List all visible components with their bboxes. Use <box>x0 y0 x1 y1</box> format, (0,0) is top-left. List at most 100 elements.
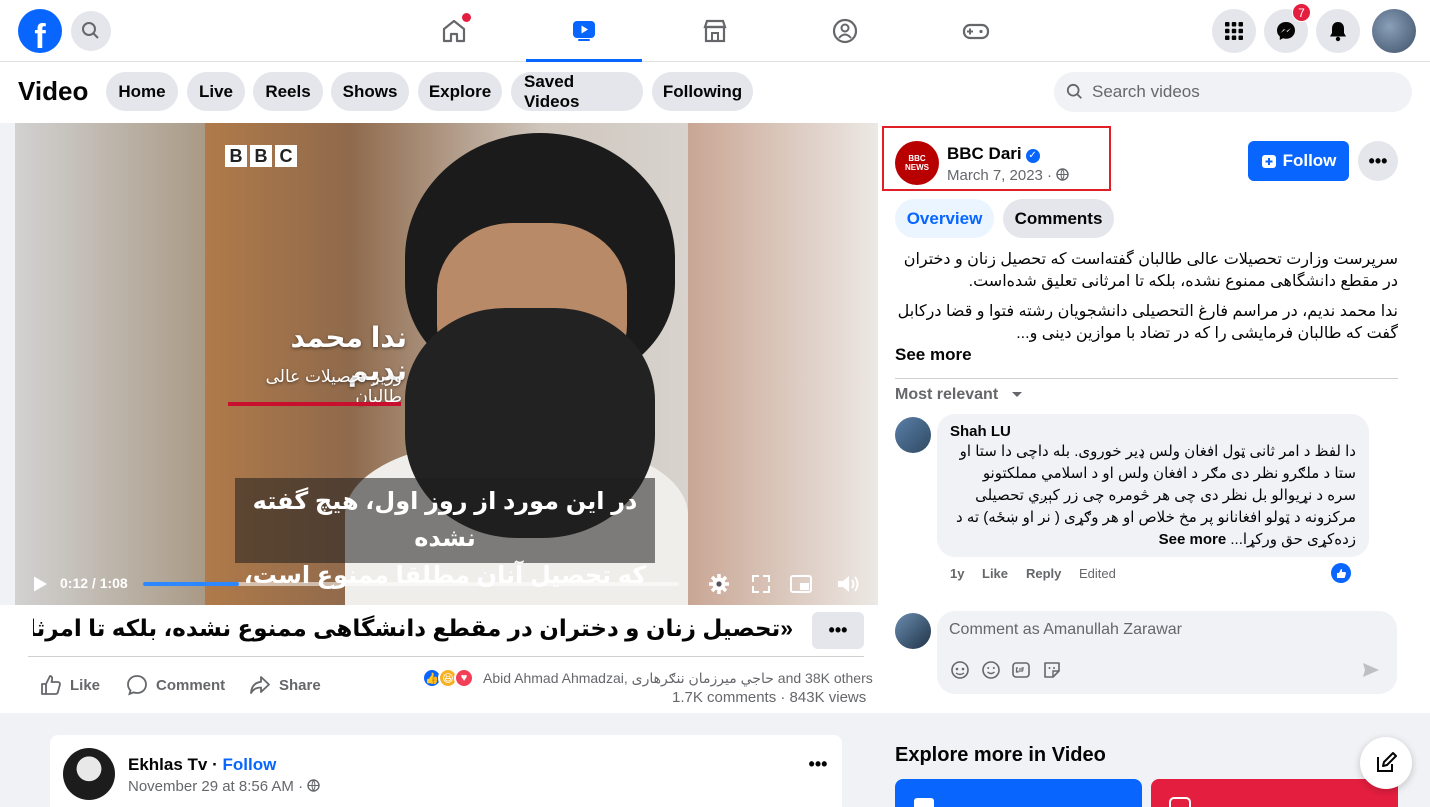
separator-dot: · <box>207 755 223 774</box>
notifications-button[interactable] <box>1316 9 1360 53</box>
video-icon <box>914 798 934 807</box>
messenger-badge: 7 <box>1292 3 1311 22</box>
reaction-icons[interactable]: 👍 😆 ♥ <box>422 668 474 688</box>
marketplace-icon <box>703 19 727 43</box>
like-button[interactable]: Like <box>40 672 100 698</box>
comment-edited-label: Edited <box>1079 566 1116 581</box>
play-button[interactable] <box>27 571 53 597</box>
share-button[interactable]: Share <box>249 672 321 698</box>
settings-button[interactable] <box>706 571 732 597</box>
follow-button[interactable]: Follow <box>1248 141 1349 181</box>
video-time: 0:12 / 1:08 <box>60 575 128 591</box>
avatar-icon <box>951 661 969 679</box>
next-post-more-button[interactable]: ••• <box>798 747 838 781</box>
caret-down-icon <box>1011 392 1022 397</box>
sort-label: Most relevant <box>895 386 999 403</box>
sticker-button[interactable] <box>1041 659 1063 681</box>
next-post-date[interactable]: November 29 at 8:56 AM · <box>128 778 320 795</box>
tab-groups[interactable] <box>787 0 903 62</box>
next-post-page-name[interactable]: Ekhlas Tv <box>128 755 207 774</box>
pill-shows[interactable]: Shows <box>331 72 409 111</box>
comment-composer[interactable] <box>937 611 1397 694</box>
current-user-avatar[interactable] <box>895 613 931 649</box>
video-subtitle: در این مورد از روز اول، هیچ گفته نشده که… <box>235 478 655 589</box>
see-more-link[interactable]: See more <box>895 345 972 365</box>
comment-input[interactable] <box>949 619 1369 641</box>
account-avatar[interactable] <box>1372 9 1416 53</box>
tab-comments[interactable]: Comments <box>1003 199 1114 238</box>
video-progress-bar[interactable] <box>143 582 679 586</box>
tab-gaming[interactable] <box>918 0 1034 62</box>
globe-icon <box>307 779 320 792</box>
messenger-icon <box>1277 22 1295 40</box>
post-description-paragraph: ندا محمد ندیم، در مراسم فارغ التحصیلی دا… <box>897 303 1398 342</box>
avatar-sticker-button[interactable] <box>949 659 971 681</box>
bbc-letter: B <box>225 145 247 167</box>
speaker-title-overlay: وزیر تحصیلات عالی طالبان <box>265 367 402 406</box>
comment-see-more-link[interactable]: See more <box>1159 531 1227 548</box>
search-videos-input[interactable] <box>1092 82 1392 102</box>
search-button[interactable] <box>71 11 111 51</box>
explore-card-video[interactable] <box>895 779 1142 807</box>
volume-button[interactable] <box>835 571 861 597</box>
overlay-red-line <box>228 402 401 406</box>
menu-button[interactable] <box>1212 9 1256 53</box>
tab-marketplace[interactable] <box>657 0 773 62</box>
pill-explore[interactable]: Explore <box>418 72 502 111</box>
search-videos-box[interactable] <box>1054 72 1412 112</box>
top-navigation-bar: f 7 <box>0 0 1430 62</box>
comment-sort-dropdown[interactable]: Most relevant <box>895 386 1023 404</box>
subtitle-line: در این مورد از روز اول، هیچ گفته نشده <box>252 488 638 552</box>
next-post-date-text[interactable]: November 29 at 8:56 AM · <box>128 778 303 795</box>
comment-like-reaction-icon[interactable] <box>1331 563 1351 583</box>
video-blur-right <box>688 123 878 605</box>
bbc-letter: B <box>250 145 272 167</box>
ekhlas-tv-avatar[interactable] <box>63 748 115 800</box>
groups-icon <box>832 18 858 44</box>
video-player[interactable]: B B C ندا محمد ندیم وزیر تحصیلات عالی طا… <box>15 123 878 605</box>
next-post-header: Ekhlas Tv · Follow <box>128 755 276 775</box>
emoji-icon <box>982 661 1000 679</box>
divider <box>895 378 1398 379</box>
pill-home[interactable]: Home <box>106 72 178 111</box>
video-stats[interactable]: 1.7K comments · 843K views <box>672 689 866 706</box>
bbc-watermark: B B C <box>225 145 297 167</box>
pill-following[interactable]: Following <box>652 72 753 111</box>
miniplayer-button[interactable] <box>788 571 814 597</box>
new-post-button[interactable] <box>1360 737 1412 789</box>
commenter-avatar[interactable] <box>895 417 931 453</box>
picture-in-picture-icon <box>790 575 812 593</box>
pill-live[interactable]: Live <box>187 72 245 111</box>
like-label: Like <box>70 676 101 694</box>
emoji-button[interactable] <box>980 659 1002 681</box>
pill-reels[interactable]: Reels <box>253 72 323 111</box>
tab-home[interactable] <box>396 0 512 62</box>
reactions-summary[interactable]: Abid Ahmad Ahmadzai, حاجي ميرزمان ننګرها… <box>483 670 881 687</box>
video-frame: B B C ندا محمد ندیم وزیر تحصیلات عالی طا… <box>205 123 688 605</box>
comment-like-button[interactable]: Like <box>982 566 1008 581</box>
send-icon <box>1363 663 1379 677</box>
send-comment-button[interactable] <box>1360 659 1382 681</box>
post-description-paragraph: سرپرست وزارت تحصیلات عالی طالبان گفته‌اس… <box>903 251 1398 290</box>
comment-reply-button[interactable]: Reply <box>1026 566 1061 581</box>
facebook-logo[interactable]: f <box>18 9 62 53</box>
comment-time[interactable]: 1y <box>950 566 964 581</box>
tab-video[interactable] <box>526 0 642 62</box>
tab-overview[interactable]: Overview <box>895 199 994 238</box>
comment-icon <box>127 675 147 696</box>
next-post-follow-link[interactable]: Follow <box>222 755 276 774</box>
fullscreen-button[interactable] <box>748 571 774 597</box>
comment-author[interactable]: Shah LU <box>950 423 1011 440</box>
video-blur-left <box>15 123 205 605</box>
post-more-options-button[interactable]: ••• <box>1358 141 1398 181</box>
gif-button[interactable] <box>1010 659 1032 681</box>
highlight-annotation <box>882 126 1111 191</box>
bell-icon <box>1330 22 1346 42</box>
video-more-options-button[interactable]: ••• <box>812 612 864 649</box>
reels-icon <box>1169 797 1191 807</box>
explore-card-reels[interactable] <box>1151 779 1398 807</box>
comment-button[interactable]: Comment <box>126 672 225 698</box>
pill-saved-videos[interactable]: Saved Videos <box>511 72 643 111</box>
volume-icon <box>838 576 859 592</box>
video-caption: «تحصیل زنان و دختران در مقطع دانشگاهی مم… <box>33 615 793 641</box>
